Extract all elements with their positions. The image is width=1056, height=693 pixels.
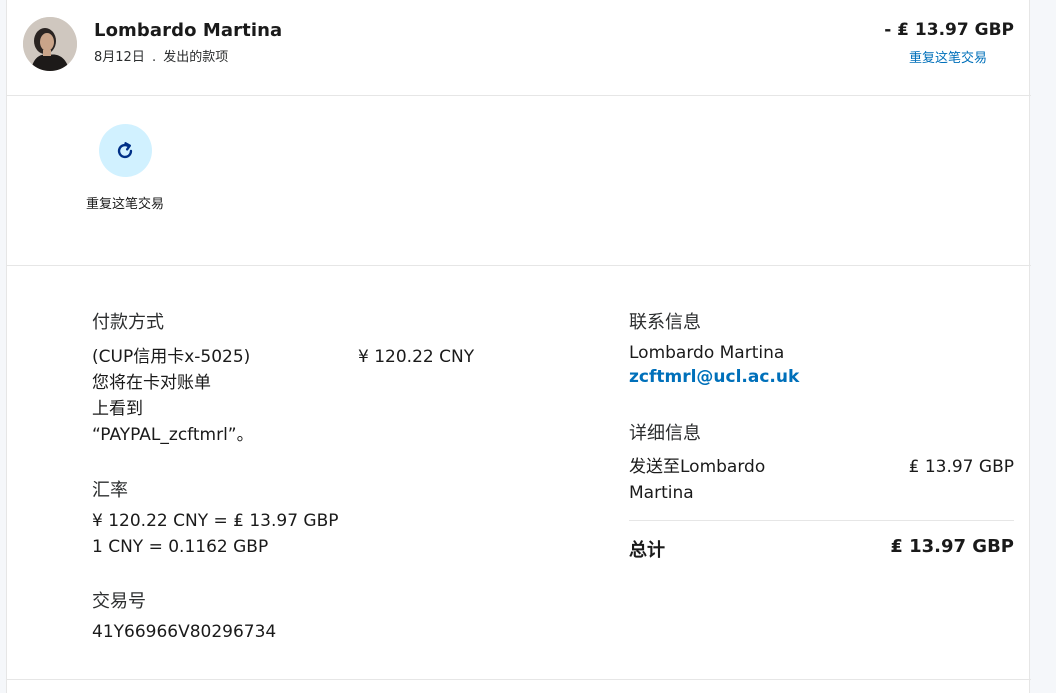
contact-email-link[interactable]: zcftmrl@ucl.ac.uk — [629, 367, 799, 387]
repeat-transaction-link[interactable]: 重复这笔交易 — [909, 47, 987, 66]
transaction-amount: - ₤ 13.97 GBP — [884, 20, 1014, 40]
avatar — [23, 17, 77, 71]
transaction-id: 41Y66966V80296734 — [92, 622, 277, 642]
transaction-card: Lombardo Martina 8月12日 . 发出的款项 - ₤ 13.97… — [6, 0, 1031, 693]
details-section: 付款方式 (CUP信用卡x-5025) ¥ 120.22 CNY 您将在卡对账单… — [7, 266, 1031, 680]
exchange-rate-line2: 1 CNY = 0.1162 GBP — [92, 537, 269, 557]
exchange-rate-line1: ¥ 120.22 CNY = ₤ 13.97 GBP — [92, 511, 339, 531]
payment-method-line4: “PAYPAL_zcftmrl”。 — [92, 425, 254, 445]
contact-info-label: 联系信息 — [629, 312, 701, 333]
sent-to-line1: 发送至Lombardo — [629, 457, 766, 477]
sent-amount: ₤ 13.97 GBP — [908, 457, 1014, 477]
sent-to-line2: Martina — [629, 483, 694, 503]
repeat-button-circle[interactable] — [98, 124, 152, 177]
transaction-subline: 8月12日 . 发出的款项 — [94, 46, 228, 65]
payment-method-line3: 上看到 — [92, 399, 143, 419]
exchange-rate-label: 汇率 — [92, 480, 128, 501]
repeat-button-label: 重复这笔交易 — [85, 197, 164, 212]
avatar-photo-icon — [23, 17, 77, 71]
actions-row: 重复这笔交易 — [7, 96, 1031, 266]
refresh-icon — [117, 141, 133, 158]
total-amount: ₤ 13.97 GBP — [890, 536, 1014, 557]
total-divider — [629, 520, 1014, 521]
payment-method-line2: 您将在卡对账单 — [92, 373, 211, 393]
payment-method-label: 付款方式 — [92, 312, 164, 333]
total-label: 总计 — [629, 540, 665, 561]
transaction-type: 发出的款项 — [163, 50, 229, 65]
repeat-transaction-button[interactable]: 重复这笔交易 — [83, 124, 167, 215]
details-label: 详细信息 — [629, 423, 701, 444]
transaction-id-label: 交易号 — [92, 591, 146, 612]
payment-method-line1: (CUP信用卡x-5025) — [92, 347, 251, 367]
payment-method-amount: ¥ 120.22 CNY — [358, 347, 475, 367]
transaction-date: 8月12日 — [94, 50, 145, 65]
contact-name: Lombardo Martina — [629, 343, 785, 363]
separator: . — [151, 50, 157, 65]
transaction-header: Lombardo Martina 8月12日 . 发出的款项 - ₤ 13.97… — [7, 0, 1031, 96]
counterparty-name: Lombardo Martina — [94, 20, 283, 41]
